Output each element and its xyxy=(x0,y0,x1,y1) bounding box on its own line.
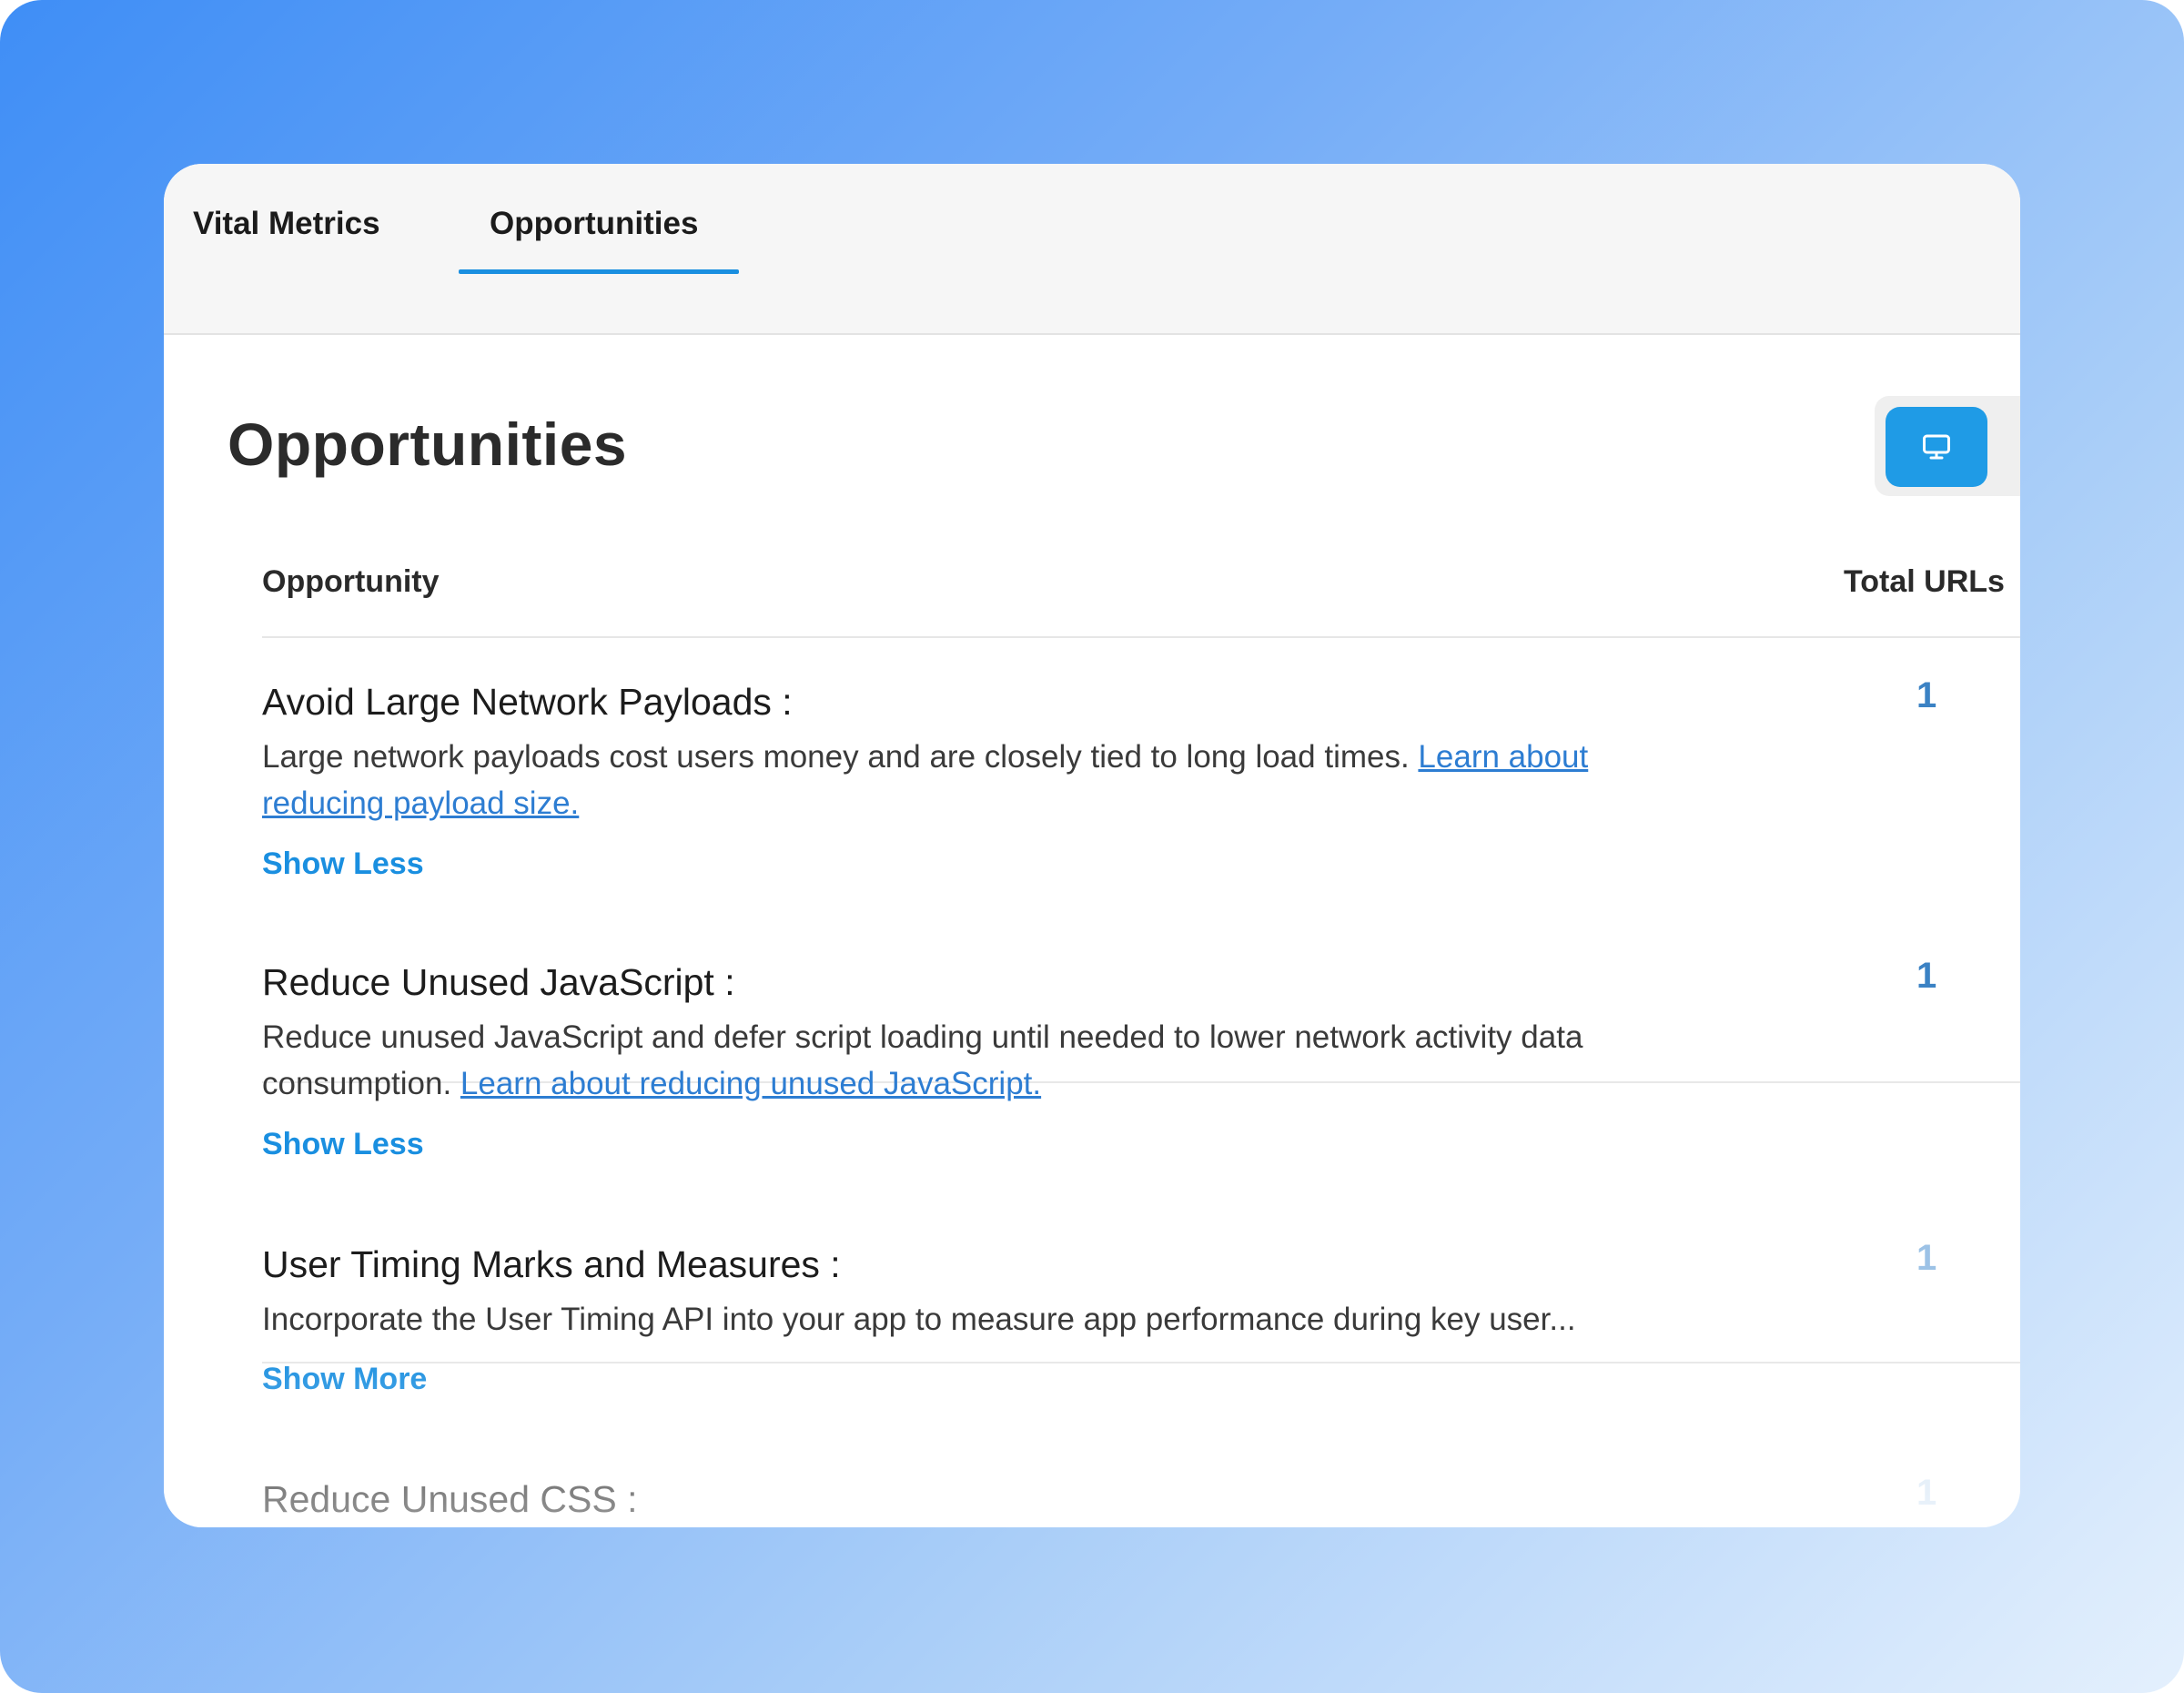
page-background: Vital Metrics Opportunities Opportunitie… xyxy=(0,0,2184,1693)
opportunity-description: Reduce unused JavaScript and defer scrip… xyxy=(262,1014,1718,1107)
opportunity-description: Incorporate the User Timing API into you… xyxy=(262,1296,1718,1343)
learn-more-link[interactable]: Learn about reducing unused JavaScript. xyxy=(460,1066,1041,1101)
page-title: Opportunities xyxy=(228,411,628,478)
total-urls-count[interactable]: 1 xyxy=(1916,1473,1936,1514)
show-more-button[interactable]: Show More xyxy=(262,1362,427,1397)
row-divider xyxy=(262,1362,2020,1364)
header-divider xyxy=(262,636,2020,638)
show-less-button[interactable]: Show Less xyxy=(262,846,424,882)
opportunity-title: Reduce Unused CSS : xyxy=(262,1478,638,1520)
monitor-icon xyxy=(1923,434,1950,460)
opportunity-description: Large network payloads cost users money … xyxy=(262,734,1718,826)
total-urls-count[interactable]: 1 xyxy=(1916,675,1936,716)
opportunity-title: Reduce Unused JavaScript : xyxy=(262,961,735,1003)
active-tab-indicator xyxy=(459,269,739,274)
description-text: Large network payloads cost users money … xyxy=(262,739,1419,775)
desktop-view-button[interactable] xyxy=(1886,407,1987,487)
tab-vital-metrics[interactable]: Vital Metrics xyxy=(193,206,380,242)
tab-bar: Vital Metrics Opportunities xyxy=(164,164,2020,335)
column-header-total-urls: Total URLs xyxy=(1844,564,2005,599)
opportunity-title: Avoid Large Network Payloads : xyxy=(262,681,793,723)
column-header-opportunity: Opportunity xyxy=(262,564,440,599)
total-urls-count[interactable]: 1 xyxy=(1916,1238,1936,1279)
opportunities-panel: Vital Metrics Opportunities Opportunitie… xyxy=(164,164,2020,1527)
description-text: Incorporate the User Timing API into you… xyxy=(262,1302,1576,1337)
show-less-button[interactable]: Show Less xyxy=(262,1127,424,1162)
opportunity-title: User Timing Marks and Measures : xyxy=(262,1243,841,1285)
total-urls-count[interactable]: 1 xyxy=(1916,956,1936,997)
tab-opportunities[interactable]: Opportunities xyxy=(490,206,698,242)
device-toggle xyxy=(1875,396,2020,496)
